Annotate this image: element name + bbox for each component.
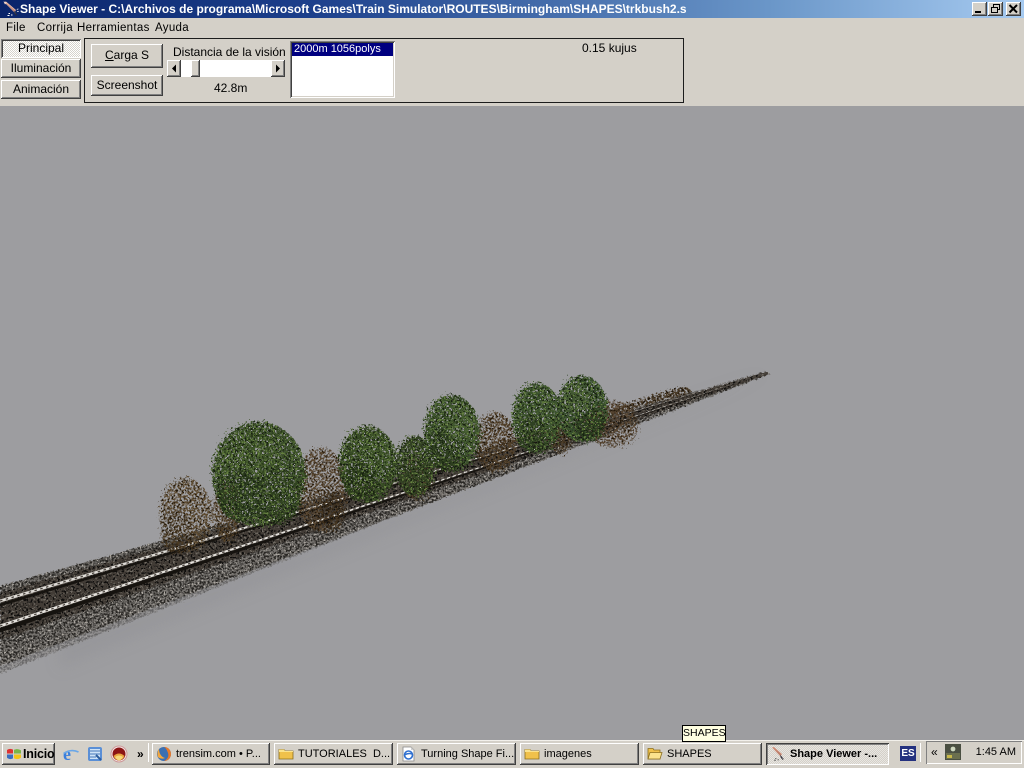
svg-text:e: e <box>63 745 71 763</box>
